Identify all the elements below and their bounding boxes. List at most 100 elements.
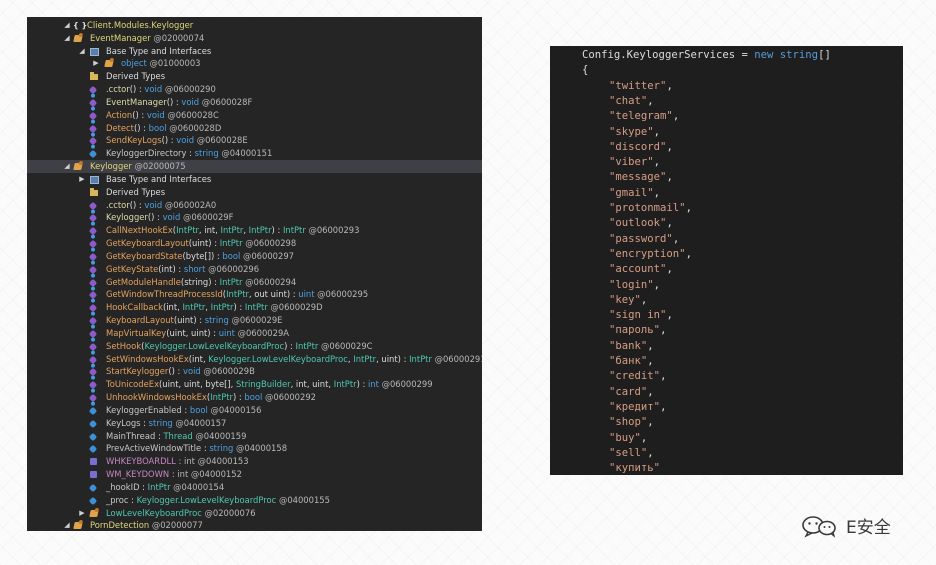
- method-icon: [88, 278, 98, 287]
- tree-node[interactable]: Detect() : bool @0600028D: [27, 122, 482, 135]
- tree-node[interactable]: Keylogger() : void @0600029F: [27, 211, 482, 224]
- tree-node-token: SetHook: [106, 340, 142, 351]
- tree-node-token: @0600029A: [234, 327, 290, 338]
- collapse-arrow-icon[interactable]: ◢: [63, 160, 71, 173]
- tree-node[interactable]: Action() : void @0600028C: [27, 109, 482, 122]
- tree-node[interactable]: UnhookWindowsHookEx(IntPtr) : bool @0600…: [27, 391, 482, 404]
- tree-node[interactable]: Derived Types: [27, 186, 482, 199]
- collapse-arrow-icon[interactable]: ◢: [78, 45, 86, 58]
- comma: ,: [647, 94, 654, 107]
- tree-node-token: IntPtr: [147, 481, 171, 492]
- expand-arrow-icon[interactable]: ▶: [78, 507, 86, 520]
- tree-node[interactable]: ▶ object @01000003: [27, 57, 482, 70]
- service-keyword: sell: [615, 446, 641, 459]
- class-icon: [73, 163, 83, 171]
- tree-node-token: SetWindowsHookEx: [106, 353, 189, 364]
- tree-node-token: @02000074: [150, 32, 205, 43]
- tree-node[interactable]: ◢{ } Client.Modules.Keylogger: [27, 19, 482, 32]
- tree-node[interactable]: MainThread : Thread @04000159: [27, 430, 482, 443]
- tree-node-label: Keylogger @02000075: [90, 160, 186, 173]
- tree-node[interactable]: ◢ EventManager @02000074: [27, 32, 482, 45]
- tree-node-token: IntPtr: [182, 302, 206, 313]
- tree-node-token: PrevActiveWindowTitle: [106, 443, 202, 454]
- tree-node[interactable]: _proc : Keylogger.LowLevelKeyboardProc @…: [27, 494, 482, 507]
- collapse-arrow-icon[interactable]: ◢: [63, 19, 71, 32]
- field-icon: [88, 445, 98, 454]
- tree-node-token: void: [183, 366, 201, 377]
- tree-node-token: IntPtr: [176, 225, 199, 236]
- tree-node[interactable]: PrevActiveWindowTitle : string @04000158: [27, 442, 482, 455]
- tree-node[interactable]: GetKeyboardLayout(uint) : IntPtr @060002…: [27, 237, 482, 250]
- expand-arrow-icon[interactable]: ▶: [78, 173, 86, 186]
- code-token: =: [735, 49, 755, 61]
- tree-node[interactable]: KeyLogs : string @04000157: [27, 417, 482, 430]
- tree-node-label: SendKeyLogs() : void @0600028E: [106, 134, 248, 147]
- method-icon: [88, 111, 98, 121]
- comma: ,: [660, 324, 667, 337]
- tree-node[interactable]: SetWindowsHookEx(int, Keylogger.LowLevel…: [27, 353, 482, 366]
- tree-node-token: : int @04000153: [175, 456, 249, 467]
- tree-node[interactable]: CallNextHookEx(IntPtr, int, IntPtr, IntP…: [27, 224, 482, 237]
- tree-node-label: Keylogger() : void @0600029F: [106, 211, 233, 224]
- code-line-string-entry: "sell",: [609, 446, 654, 461]
- tree-node-token: @0600029C: [318, 340, 373, 351]
- tree-node-label: SetWindowsHookEx(int, Keylogger.LowLevel…: [106, 353, 482, 366]
- tree-node-token: WM_KEYDOWN: [106, 469, 170, 480]
- field-icon: [88, 406, 98, 416]
- tree-node[interactable]: EventManager() : void @0600028F: [27, 96, 482, 109]
- code-line-string-entry: "message",: [609, 170, 673, 185]
- tree-node-token: @04000155: [276, 494, 330, 505]
- tree-node[interactable]: ◢ PornDetection @02000077: [27, 519, 482, 531]
- collapse-arrow-icon[interactable]: ◢: [63, 519, 71, 531]
- tree-node[interactable]: StartKeylogger() : void @0600029B: [27, 365, 482, 378]
- tree-node-token: :: [139, 481, 148, 492]
- tree-node[interactable]: GetKeyState(int) : short @06000296: [27, 263, 482, 276]
- tree-node[interactable]: GetWindowThreadProcessId(IntPtr, out uin…: [27, 288, 482, 301]
- tree-node-token: int: [367, 379, 379, 390]
- tree-node-token: ) :: [233, 392, 245, 403]
- tree-node[interactable]: GetKeyboardState(byte[]) : bool @0600029…: [27, 250, 482, 263]
- tree-node[interactable]: KeyloggerEnabled : bool @04000156: [27, 404, 482, 417]
- tree-node[interactable]: GetModuleHandle(string) : IntPtr @060002…: [27, 276, 482, 289]
- tree-node-token: :: [128, 494, 137, 505]
- service-keyword: пароль: [615, 324, 654, 337]
- collapse-arrow-icon[interactable]: ◢: [63, 32, 71, 45]
- tree-node-label: WHKEYBOARDLL : int @04000153: [106, 455, 249, 468]
- tree-node[interactable]: HookCallback(int, IntPtr, IntPtr) : IntP…: [27, 301, 482, 314]
- tree-node-token: () :: [133, 122, 149, 133]
- tree-node-token: IntPtr: [220, 225, 244, 236]
- tree-node-token: Keylogger.LowLevelKeyboardProc: [136, 494, 277, 505]
- tree-node-token: EventManager: [106, 96, 167, 107]
- tree-node[interactable]: ◢ Keylogger @02000075: [27, 160, 482, 174]
- tree-node[interactable]: SendKeyLogs() : void @0600028E: [27, 134, 482, 147]
- watermark: E安全: [800, 510, 891, 540]
- tree-node-token: (int,: [188, 353, 209, 364]
- tree-node-token: Keylogger: [106, 212, 148, 223]
- tree-node-token: Derived Types: [106, 186, 166, 197]
- method-icon: [88, 85, 98, 95]
- tree-node[interactable]: ToUnicodeEx(uint, uint, byte[], StringBu…: [27, 378, 482, 391]
- tree-node-token: IntPtr: [210, 392, 233, 403]
- tree-node[interactable]: SetHook(Keylogger.LowLevelKeyboardProc) …: [27, 340, 482, 353]
- tree-node[interactable]: .cctor() : void @060002A0: [27, 199, 482, 212]
- tree-node[interactable]: _hookID : IntPtr @04000154: [27, 481, 482, 494]
- tree-node[interactable]: WM_KEYDOWN : int @04000152: [27, 468, 482, 481]
- tree-node-token: IntPtr: [244, 302, 268, 313]
- tree-node-token: bool: [148, 122, 167, 133]
- tree-node[interactable]: MapVirtualKey(uint, uint) : uint @060002…: [27, 327, 482, 340]
- service-keyword: message: [615, 171, 661, 184]
- service-keyword: skype: [615, 125, 648, 138]
- tree-node[interactable]: ▶ LowLevelKeyboardProc @02000076: [27, 507, 482, 520]
- constant-icon: [90, 471, 97, 479]
- expand-arrow-icon[interactable]: ▶: [92, 57, 100, 70]
- tree-node-label: KeyboardLayout(uint) : string @0600029E: [106, 314, 282, 327]
- tree-node-token: () :: [132, 109, 147, 120]
- tree-node[interactable]: .cctor() : void @06000290: [27, 83, 482, 96]
- tree-node[interactable]: KeyboardLayout(uint) : string @0600029E: [27, 314, 482, 327]
- tree-node[interactable]: KeyloggerDirectory : string @04000151: [27, 147, 482, 160]
- tree-node[interactable]: ◢ Base Type and Interfaces: [27, 45, 482, 58]
- tree-node-token: () :: [129, 199, 145, 210]
- tree-node[interactable]: ▶ Base Type and Interfaces: [27, 173, 482, 186]
- tree-node[interactable]: Derived Types: [27, 70, 482, 83]
- tree-node[interactable]: WHKEYBOARDLL : int @04000153: [27, 455, 482, 468]
